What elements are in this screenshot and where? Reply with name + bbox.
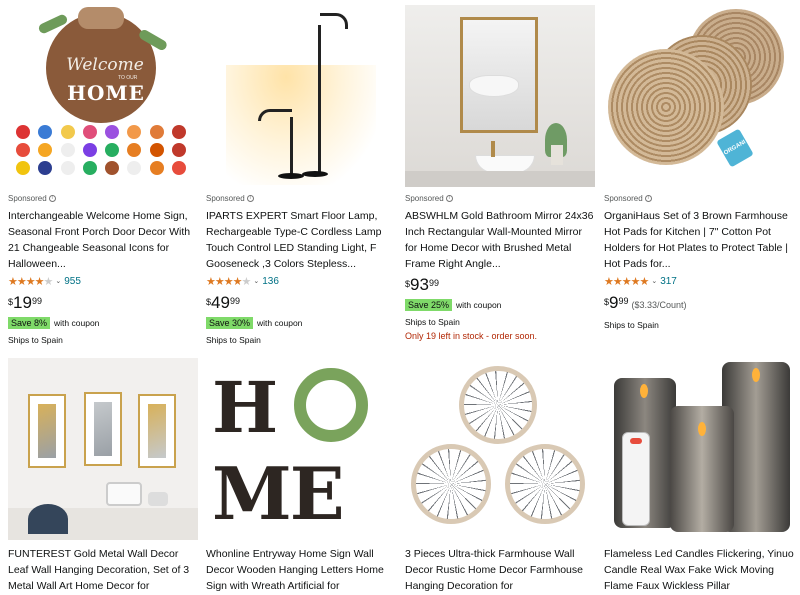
product-image[interactable]	[405, 5, 595, 187]
product-title[interactable]: ABSWHLM Gold Bathroom Mirror 24x36 Inch …	[405, 208, 595, 272]
shipping-info: Ships to Spain	[206, 335, 261, 345]
coupon-badge[interactable]: Save 8%	[8, 317, 51, 329]
product-image[interactable]	[604, 358, 794, 540]
home-text: HOME	[67, 81, 145, 105]
brand-tag: ORGANI	[716, 128, 754, 168]
letter-h: H	[212, 366, 279, 449]
stock-warning: Only 19 left in stock - order soon.	[405, 331, 538, 341]
rating[interactable]: ★★★★★ ⌄ 136	[206, 274, 396, 288]
product-image[interactable]: Welcome TO OUR HOME	[8, 5, 198, 187]
product-card[interactable]: 3 Pieces Ultra-thick Farmhouse Wall Deco…	[405, 358, 595, 595]
info-icon[interactable]: i	[246, 195, 254, 202]
price[interactable]: $93 99	[405, 276, 595, 296]
coupon-row[interactable]: Save 8% with coupon	[8, 317, 198, 329]
shipping-info: Ships to Spain	[8, 335, 63, 345]
review-count[interactable]: 317	[660, 276, 677, 287]
product-card[interactable]: FUNTEREST Gold Metal Wall Decor Leaf Wal…	[8, 358, 198, 595]
product-title[interactable]: Interchangeable Welcome Home Sign, Seaso…	[8, 208, 198, 272]
letters-me: ME	[212, 451, 345, 536]
product-card[interactable]: Flameless Led Candles Flickering, Yinuo …	[604, 358, 794, 595]
product-title[interactable]: IPARTS EXPERT Smart Floor Lamp, Recharge…	[206, 208, 396, 272]
info-icon[interactable]: i	[48, 195, 56, 202]
price[interactable]: $19 99	[8, 294, 198, 314]
sponsored-label[interactable]: Sponsored i	[405, 194, 595, 203]
product-title[interactable]: FUNTEREST Gold Metal Wall Decor Leaf Wal…	[8, 546, 198, 595]
chevron-down-icon[interactable]: ⌄	[253, 277, 259, 285]
shipping-info: Ships to Spain	[604, 320, 659, 330]
seasonal-icons	[16, 125, 194, 175]
star-rating-icon[interactable]: ★★★★★	[8, 275, 53, 288]
product-image[interactable]	[206, 5, 396, 187]
rating[interactable]: ★★★★★ ⌄ 317	[604, 274, 794, 288]
price[interactable]: $9 99 ($3.33/Count)	[604, 294, 794, 314]
product-card[interactable]: Sponsored i IPARTS EXPERT Smart Floor Lam…	[206, 5, 396, 345]
coupon-row[interactable]: Save 25% with coupon	[405, 299, 595, 311]
product-title[interactable]: OrganiHaus Set of 3 Brown Farmhouse Hot …	[604, 208, 794, 272]
chevron-down-icon[interactable]: ⌄	[55, 277, 61, 285]
coupon-badge[interactable]: Save 25%	[405, 299, 453, 311]
info-icon[interactable]: i	[644, 195, 652, 202]
product-card[interactable]: Welcome TO OUR HOME Sponsored i Intercha…	[8, 5, 198, 345]
product-image[interactable]	[405, 358, 595, 540]
chevron-down-icon[interactable]: ⌄	[651, 277, 657, 285]
product-grid: Welcome TO OUR HOME Sponsored i Intercha…	[0, 0, 800, 595]
product-image[interactable]	[8, 358, 198, 540]
sponsored-label[interactable]: Sponsored i	[8, 194, 198, 203]
product-title[interactable]: 3 Pieces Ultra-thick Farmhouse Wall Deco…	[405, 546, 595, 595]
unit-price: ($3.33/Count)	[631, 300, 687, 310]
product-card[interactable]: H ME Whonline Entryway Home Sign Wall De…	[206, 358, 396, 595]
star-rating-icon[interactable]: ★★★★★	[206, 275, 251, 288]
sponsored-label[interactable]: Sponsored i	[604, 194, 794, 203]
product-title[interactable]: Flameless Led Candles Flickering, Yinuo …	[604, 546, 794, 595]
review-count[interactable]: 955	[64, 276, 81, 287]
welcome-text: Welcome	[66, 55, 144, 75]
product-image[interactable]: ORGANI	[604, 5, 794, 187]
review-count[interactable]: 136	[262, 276, 279, 287]
coupon-badge[interactable]: Save 30%	[206, 317, 254, 329]
remote-control	[622, 432, 650, 526]
product-card[interactable]: Sponsored i ABSWHLM Gold Bathroom Mirror …	[405, 5, 595, 341]
price[interactable]: $49 99	[206, 294, 396, 314]
sponsored-label[interactable]: Sponsored i	[206, 194, 396, 203]
star-rating-icon[interactable]: ★★★★★	[604, 275, 649, 288]
coupon-row[interactable]: Save 30% with coupon	[206, 317, 396, 329]
product-image[interactable]: H ME	[206, 358, 396, 540]
rating[interactable]: ★★★★★ ⌄ 955	[8, 274, 198, 288]
info-icon[interactable]: i	[445, 195, 453, 202]
product-card[interactable]: ORGANI Sponsored i OrganiHaus Set of 3 Br…	[604, 5, 794, 330]
product-title[interactable]: Whonline Entryway Home Sign Wall Decor W…	[206, 546, 396, 595]
shipping-info: Ships to Spain	[405, 317, 460, 327]
